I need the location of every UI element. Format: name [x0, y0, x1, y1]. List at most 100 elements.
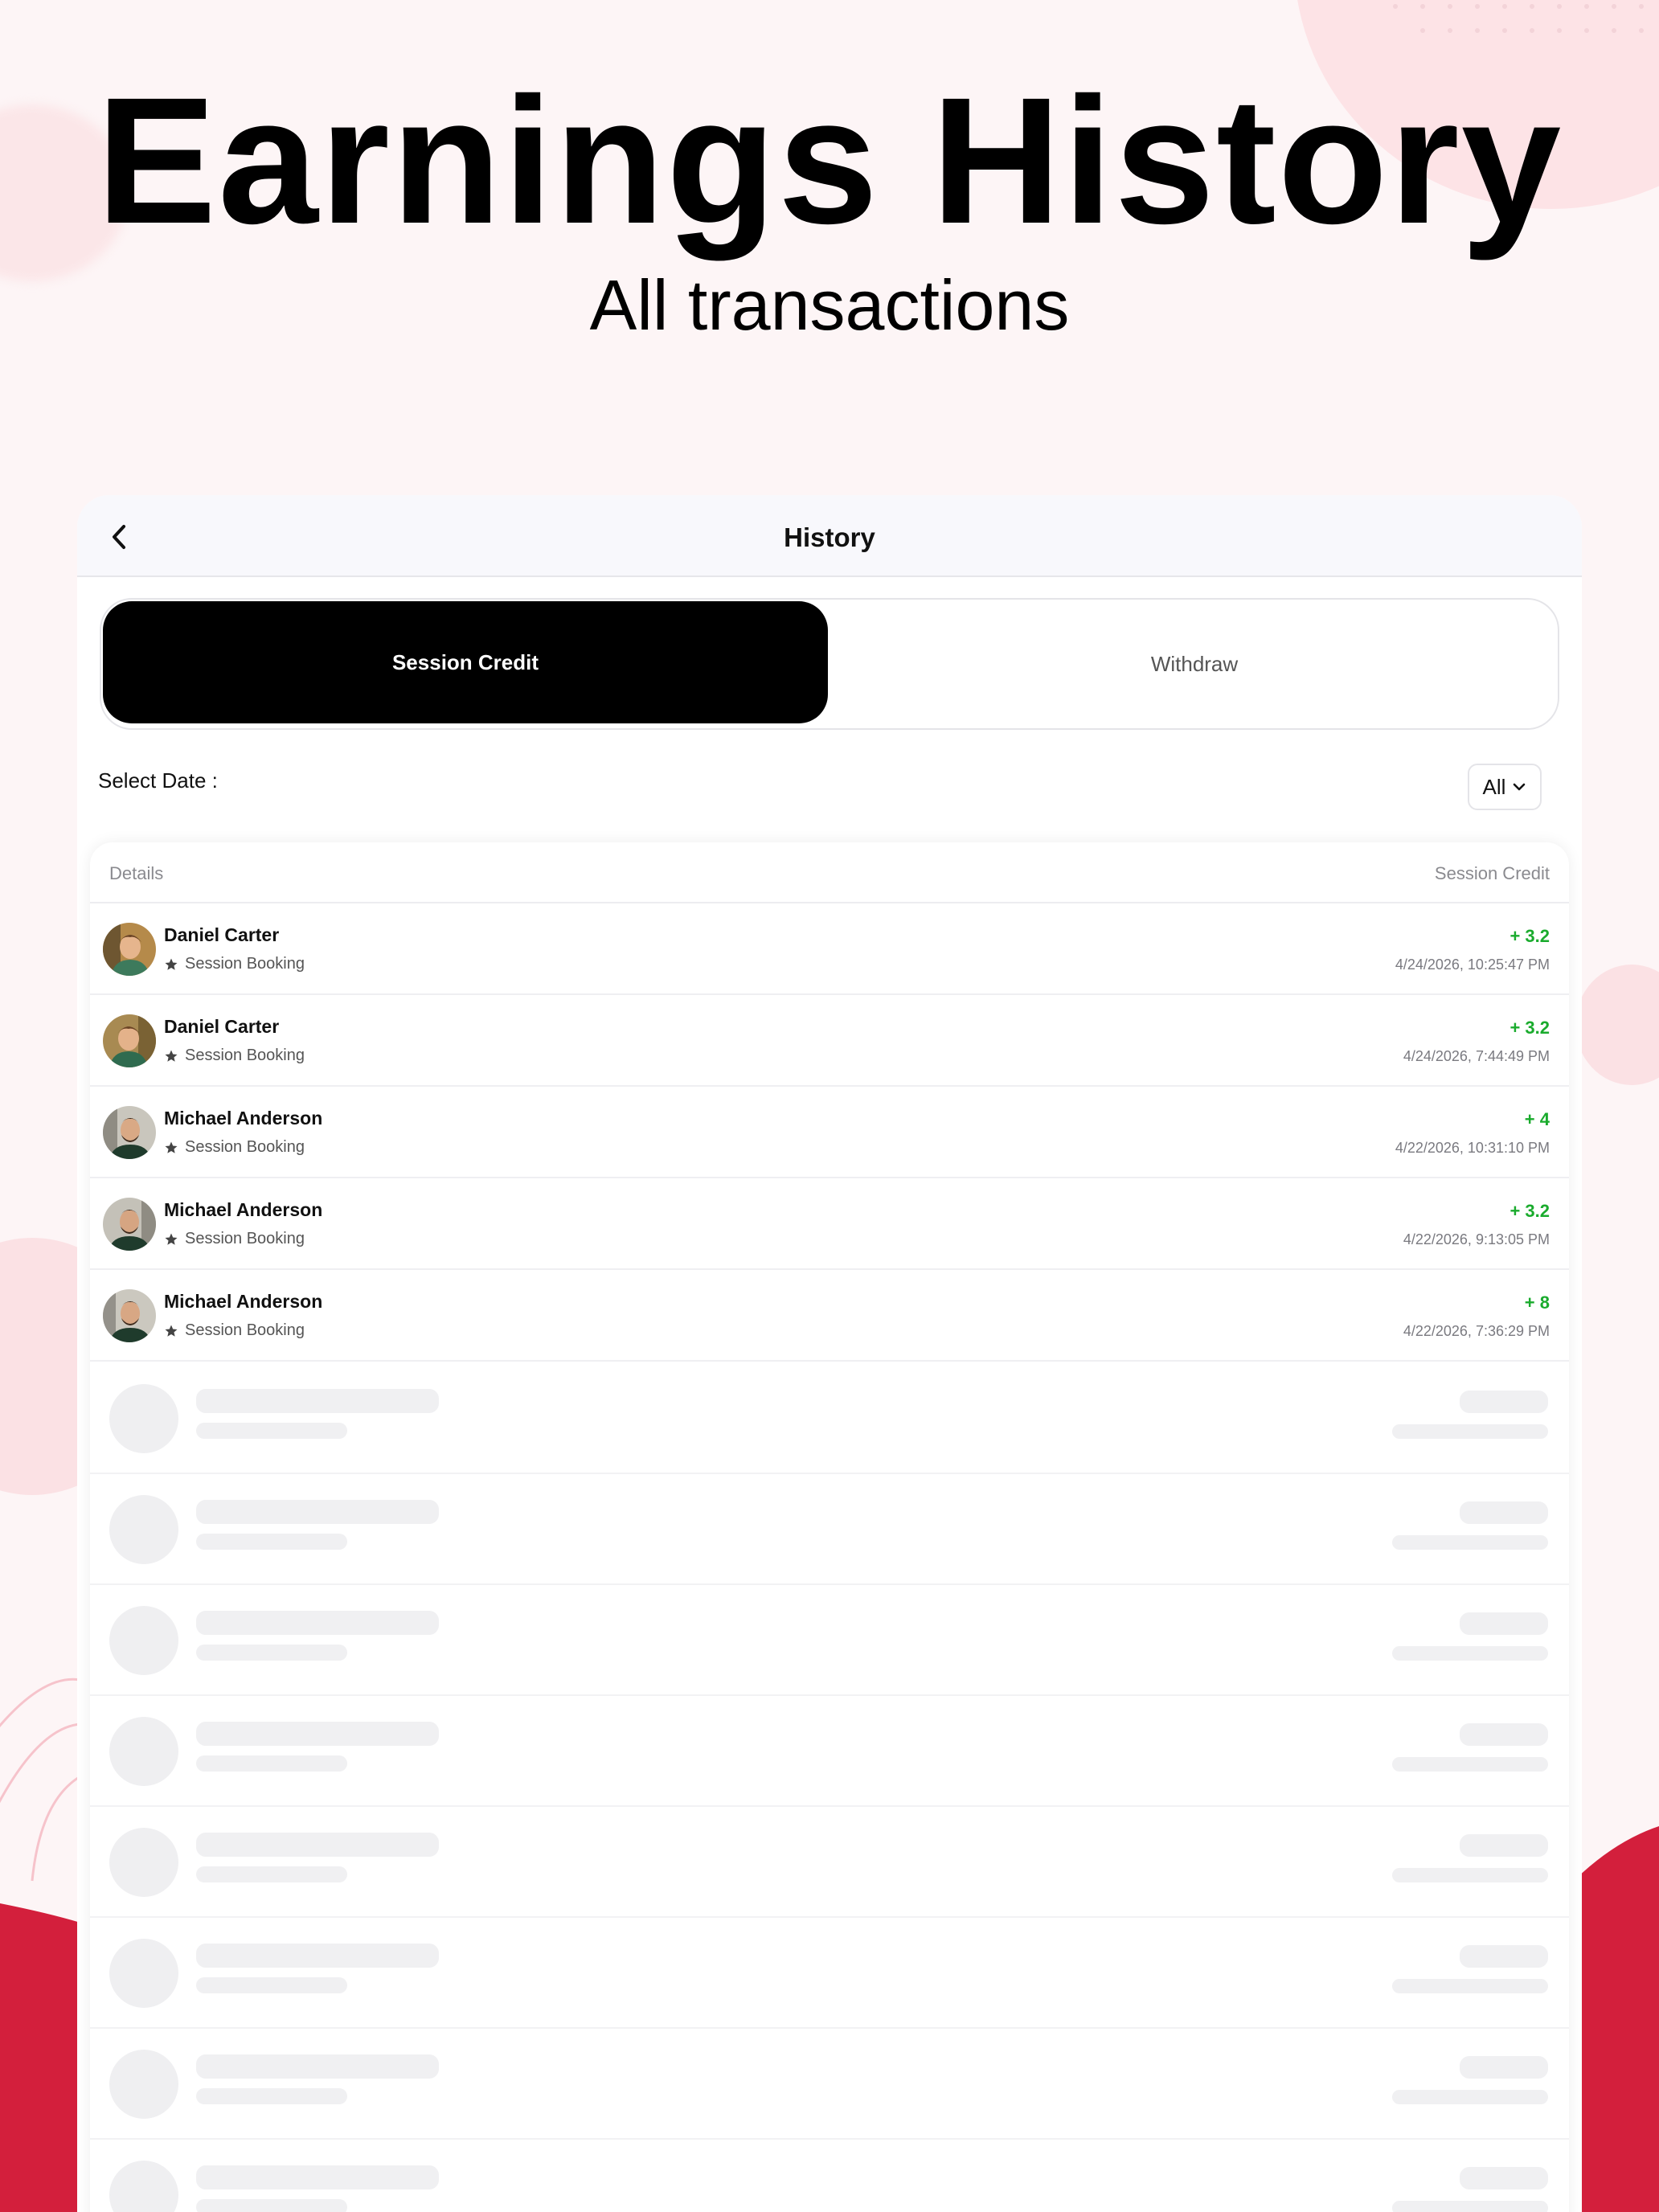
skeleton-bar	[196, 2054, 439, 2079]
skeleton-avatar	[109, 1828, 178, 1897]
skeleton-avatar	[109, 1939, 178, 2008]
skeleton-bar	[1460, 2167, 1548, 2189]
skeleton-bar	[196, 1645, 347, 1661]
customer-name: Michael Anderson	[164, 1291, 323, 1312]
skeleton-row	[90, 2029, 1569, 2140]
skeleton-bar	[196, 1534, 347, 1550]
list-item[interactable]: Daniel Carter Session Booking + 3.2 4/24…	[90, 995, 1569, 1087]
skeleton-row	[90, 1918, 1569, 2029]
transaction-type-label: Session Booking	[185, 1138, 305, 1156]
customer-name: Daniel Carter	[164, 924, 280, 945]
skeleton-bar	[1392, 2090, 1548, 2104]
avatar	[103, 1014, 156, 1067]
hero-subtitle: All transactions	[589, 265, 1070, 345]
skeleton-avatar	[109, 2050, 178, 2119]
skeleton-bar	[196, 1722, 439, 1746]
skeleton-bar	[196, 1423, 347, 1439]
credit-amount: + 8	[1524, 1292, 1550, 1313]
credit-amount: + 3.2	[1509, 1201, 1550, 1221]
skeleton-avatar	[109, 1606, 178, 1675]
skeleton-bar	[196, 1944, 439, 1968]
list-item[interactable]: Daniel Carter Session Booking + 3.2 4/24…	[90, 903, 1569, 995]
credit-amount: + 3.2	[1509, 926, 1550, 946]
date-filter-dropdown[interactable]: All	[1468, 764, 1542, 810]
star-icon	[165, 1050, 178, 1062]
skeleton-bar	[1392, 2201, 1548, 2212]
list-item[interactable]: Michael Anderson Session Booking + 3.2 4…	[90, 1178, 1569, 1270]
skeleton-avatar	[109, 1495, 178, 1564]
avatar	[103, 1106, 156, 1159]
skeleton-bar	[1460, 1391, 1548, 1413]
back-button[interactable]	[101, 519, 137, 555]
skeleton-row	[90, 1474, 1569, 1585]
credit-amount: + 3.2	[1509, 1018, 1550, 1038]
skeleton-bar	[1392, 1757, 1548, 1772]
skeleton-bar	[1460, 1612, 1548, 1635]
skeleton-bar	[196, 1833, 439, 1857]
transaction-type-label: Session Booking	[185, 1321, 305, 1339]
list-header: Details Session Credit	[90, 842, 1569, 903]
skeleton-bar	[1392, 1535, 1548, 1550]
skeleton-avatar	[109, 1384, 178, 1453]
skeleton-bar	[196, 1611, 439, 1635]
hero-title: Earnings History	[96, 60, 1563, 261]
star-icon	[165, 1233, 178, 1245]
skeleton-bar	[1392, 1868, 1548, 1882]
skeleton-bar	[1392, 1979, 1548, 1993]
transaction-list: Details Session Credit Daniel Carter Ses…	[90, 842, 1569, 2212]
skeleton-row	[90, 1363, 1569, 1474]
transaction-type: Session Booking	[164, 1138, 305, 1157]
chevron-down-icon	[1514, 783, 1526, 791]
transaction-type-label: Session Booking	[185, 955, 305, 973]
page-title: History	[784, 522, 875, 552]
skeleton-bar	[1460, 2056, 1548, 2079]
star-icon	[165, 958, 178, 970]
skeleton-bar	[1392, 1646, 1548, 1661]
app-screen: History Session Credit Withdraw Select D…	[77, 495, 1582, 2212]
skeleton-avatar	[109, 2161, 178, 2212]
tab-session-credit[interactable]: Session Credit	[103, 601, 828, 723]
transaction-type: Session Booking	[164, 955, 305, 973]
skeleton-avatar	[109, 1717, 178, 1786]
customer-name: Michael Anderson	[164, 1108, 323, 1129]
customer-name: Michael Anderson	[164, 1199, 323, 1220]
skeleton-row	[90, 1585, 1569, 1696]
skeleton-bar	[196, 2199, 347, 2212]
customer-name: Daniel Carter	[164, 1016, 280, 1037]
skeleton-bar	[196, 1389, 439, 1413]
skeleton-bar	[196, 2165, 439, 2189]
skeleton-row	[90, 1807, 1569, 1918]
transaction-datetime: 4/22/2026, 7:36:29 PM	[1403, 1323, 1550, 1339]
transaction-datetime: 4/22/2026, 10:31:10 PM	[1395, 1140, 1550, 1156]
column-details: Details	[109, 863, 164, 883]
skeleton-bar	[1460, 1723, 1548, 1746]
skeleton-bar	[196, 1866, 347, 1882]
skeleton-bar	[196, 1755, 347, 1772]
skeleton-bar	[196, 2088, 347, 2104]
date-filter-label: Select Date :	[98, 768, 218, 793]
chevron-left-icon	[113, 525, 125, 549]
transaction-type: Session Booking	[164, 1047, 305, 1065]
transaction-datetime: 4/24/2026, 10:25:47 PM	[1395, 956, 1550, 973]
skeleton-bar	[1392, 1424, 1548, 1439]
transaction-type: Session Booking	[164, 1230, 305, 1248]
transaction-type: Session Booking	[164, 1321, 305, 1340]
skeleton-bar	[196, 1977, 347, 1993]
transaction-datetime: 4/22/2026, 9:13:05 PM	[1403, 1231, 1550, 1247]
list-item[interactable]: Michael Anderson Session Booking + 4 4/2…	[90, 1087, 1569, 1178]
date-filter-value: All	[1482, 774, 1506, 799]
tab-withdraw[interactable]: Withdraw	[830, 600, 1559, 728]
tab-bar: Session Credit Withdraw	[100, 598, 1559, 730]
avatar	[103, 923, 156, 976]
avatar	[103, 1198, 156, 1251]
transaction-type-label: Session Booking	[185, 1047, 305, 1064]
skeleton-bar	[1460, 1501, 1548, 1524]
list-item[interactable]: Michael Anderson Session Booking + 8 4/2…	[90, 1270, 1569, 1362]
transaction-type-label: Session Booking	[185, 1230, 305, 1247]
skeleton-bar	[1460, 1945, 1548, 1968]
skeleton-row	[90, 2140, 1569, 2212]
skeleton-row	[90, 1696, 1569, 1807]
star-icon	[165, 1141, 178, 1153]
credit-amount: + 4	[1524, 1109, 1550, 1129]
app-header: History	[77, 495, 1582, 577]
